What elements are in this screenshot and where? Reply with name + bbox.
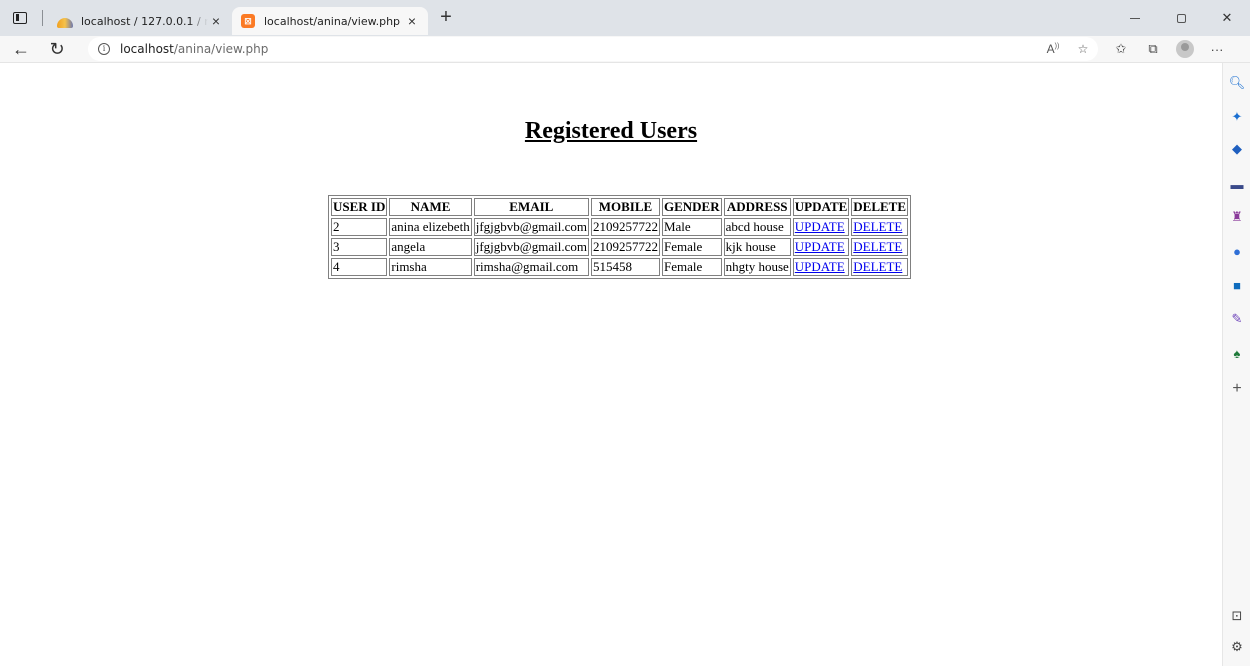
tab-actions-icon xyxy=(13,12,27,24)
games-icon[interactable]: ♜ xyxy=(1229,209,1245,225)
cell-update: UPDATE xyxy=(792,218,850,236)
profile-avatar[interactable] xyxy=(1176,40,1194,58)
close-window-button[interactable]: ✕ xyxy=(1204,0,1250,36)
page-content: Registered Users USER ID NAME EMAIL MOBI… xyxy=(0,63,1222,666)
table-row: 4 rimsha rimsha@gmail.com 515458 Female … xyxy=(331,258,909,276)
designer-icon[interactable]: ✎ xyxy=(1229,311,1245,327)
cell-name: angela xyxy=(389,238,472,256)
hide-sidebar-icon[interactable]: ⊡ xyxy=(1229,608,1245,624)
edge-sidebar: 🔍︎ ✦ ◆ ▬ ♜ ● ■ ✎ ♠ + ⊡ ⚙ xyxy=(1222,63,1250,666)
info-icon[interactable]: i xyxy=(98,43,110,55)
cell-gender: Female xyxy=(661,258,722,276)
delete-link[interactable]: DELETE xyxy=(853,259,902,274)
cell-user-id: 3 xyxy=(331,238,388,256)
copilot-icon[interactable]: ✦ xyxy=(1229,109,1245,125)
table-row: 2 anina elizebeth jfgjgbvb@gmail.com 210… xyxy=(331,218,909,236)
tree-icon[interactable]: ♠ xyxy=(1229,345,1245,361)
search-icon[interactable]: 🔍︎ xyxy=(1229,75,1246,91)
header-update: UPDATE xyxy=(792,198,850,216)
cell-user-id: 2 xyxy=(331,218,388,236)
microsoft-365-icon[interactable]: ● xyxy=(1229,243,1245,259)
cell-user-id: 4 xyxy=(331,258,388,276)
cell-delete: DELETE xyxy=(851,258,909,276)
update-link[interactable]: UPDATE xyxy=(795,239,845,254)
outlook-icon[interactable]: ■ xyxy=(1229,277,1245,293)
cell-gender: Female xyxy=(661,238,722,256)
cell-update: UPDATE xyxy=(792,258,850,276)
read-aloud-icon[interactable]: A)) xyxy=(1038,42,1068,56)
tab-title: localhost / 127.0.0.1 / register / u xyxy=(81,14,208,28)
cell-delete: DELETE xyxy=(851,218,909,236)
phpmyadmin-icon xyxy=(57,13,73,29)
cell-gender: Male xyxy=(661,218,722,236)
close-icon: ✕ xyxy=(1221,10,1233,25)
cell-email: rimsha@gmail.com xyxy=(473,258,589,276)
tab-phpmyadmin[interactable]: localhost / 127.0.0.1 / register / u × xyxy=(49,7,232,35)
back-arrow-icon: ← xyxy=(12,38,30,59)
cell-mobile: 2109257722 xyxy=(590,218,660,236)
tab-separator xyxy=(42,10,43,26)
cell-mobile: 2109257722 xyxy=(590,238,660,256)
refresh-button[interactable]: ↻ xyxy=(42,37,72,61)
shopping-tag-icon[interactable]: ◆ xyxy=(1229,141,1245,157)
tab-close-icon[interactable]: × xyxy=(404,13,420,29)
cell-name: anina elizebeth xyxy=(389,218,472,236)
cell-email: jfgjgbvb@gmail.com xyxy=(473,238,589,256)
delete-link[interactable]: DELETE xyxy=(853,239,902,254)
cell-update: UPDATE xyxy=(792,238,850,256)
header-address: ADDRESS xyxy=(723,198,791,216)
tab-bar: localhost / 127.0.0.1 / register / u × ⊠… xyxy=(0,0,1250,36)
url-path: /anina/view.php xyxy=(173,42,269,56)
xampp-icon: ⊠ xyxy=(240,13,256,29)
update-link[interactable]: UPDATE xyxy=(795,219,845,234)
users-table: USER ID NAME EMAIL MOBILE GENDER ADDRESS… xyxy=(328,195,912,279)
browser-toolbar: ← ↻ i localhost/anina/view.php A)) ☆ ✩ ⧉… xyxy=(0,36,1250,62)
cell-address: abcd house xyxy=(723,218,791,236)
back-button[interactable]: ← xyxy=(6,37,36,61)
toolbar-icons: ✩ ⧉ ··· xyxy=(1105,36,1233,62)
restore-button[interactable] xyxy=(1158,0,1204,36)
more-menu-icon[interactable]: ··· xyxy=(1201,42,1233,57)
tab-actions-button[interactable] xyxy=(0,0,40,36)
restore-icon xyxy=(1176,13,1186,23)
add-favorite-icon[interactable]: ☆ xyxy=(1068,42,1098,56)
new-tab-button[interactable]: + xyxy=(432,4,460,32)
delete-link[interactable]: DELETE xyxy=(853,219,902,234)
address-bar[interactable]: i localhost/anina/view.php A)) ☆ xyxy=(88,37,1098,61)
page-title: Registered Users xyxy=(524,118,698,144)
cell-address: kjk house xyxy=(723,238,791,256)
cell-email: jfgjgbvb@gmail.com xyxy=(473,218,589,236)
tools-icon[interactable]: ▬ xyxy=(1229,176,1245,192)
cell-name: rimsha xyxy=(389,258,472,276)
header-name: NAME xyxy=(389,198,472,216)
tab-close-icon[interactable]: × xyxy=(208,13,224,29)
sidebar-settings-icon[interactable]: ⚙ xyxy=(1229,639,1245,655)
tab-view-php[interactable]: ⊠ localhost/anina/view.php × xyxy=(232,7,428,35)
header-gender: GENDER xyxy=(661,198,722,216)
cell-mobile: 515458 xyxy=(590,258,660,276)
update-link[interactable]: UPDATE xyxy=(795,259,845,274)
minimize-icon xyxy=(1130,17,1140,19)
tab-title: localhost/anina/view.php xyxy=(264,14,401,28)
collections-icon[interactable]: ⧉ xyxy=(1137,41,1169,57)
cell-delete: DELETE xyxy=(851,238,909,256)
table-header-row: USER ID NAME EMAIL MOBILE GENDER ADDRESS… xyxy=(331,198,909,216)
add-sidebar-app-icon[interactable]: + xyxy=(1229,380,1245,397)
minimize-button[interactable] xyxy=(1112,0,1158,36)
favorites-icon[interactable]: ✩ xyxy=(1105,41,1137,57)
header-user-id: USER ID xyxy=(331,198,388,216)
url-host: localhost xyxy=(120,42,174,56)
cell-address: nhgty house xyxy=(723,258,791,276)
header-delete: DELETE xyxy=(851,198,909,216)
table-row: 3 angela jfgjgbvb@gmail.com 2109257722 F… xyxy=(331,238,909,256)
header-mobile: MOBILE xyxy=(590,198,660,216)
refresh-icon: ↻ xyxy=(49,38,65,59)
address-bar-icons: A)) ☆ xyxy=(1038,37,1098,61)
url-text[interactable]: localhost/anina/view.php xyxy=(120,42,268,56)
window-controls: ✕ xyxy=(1112,0,1250,36)
header-email: EMAIL xyxy=(473,198,589,216)
